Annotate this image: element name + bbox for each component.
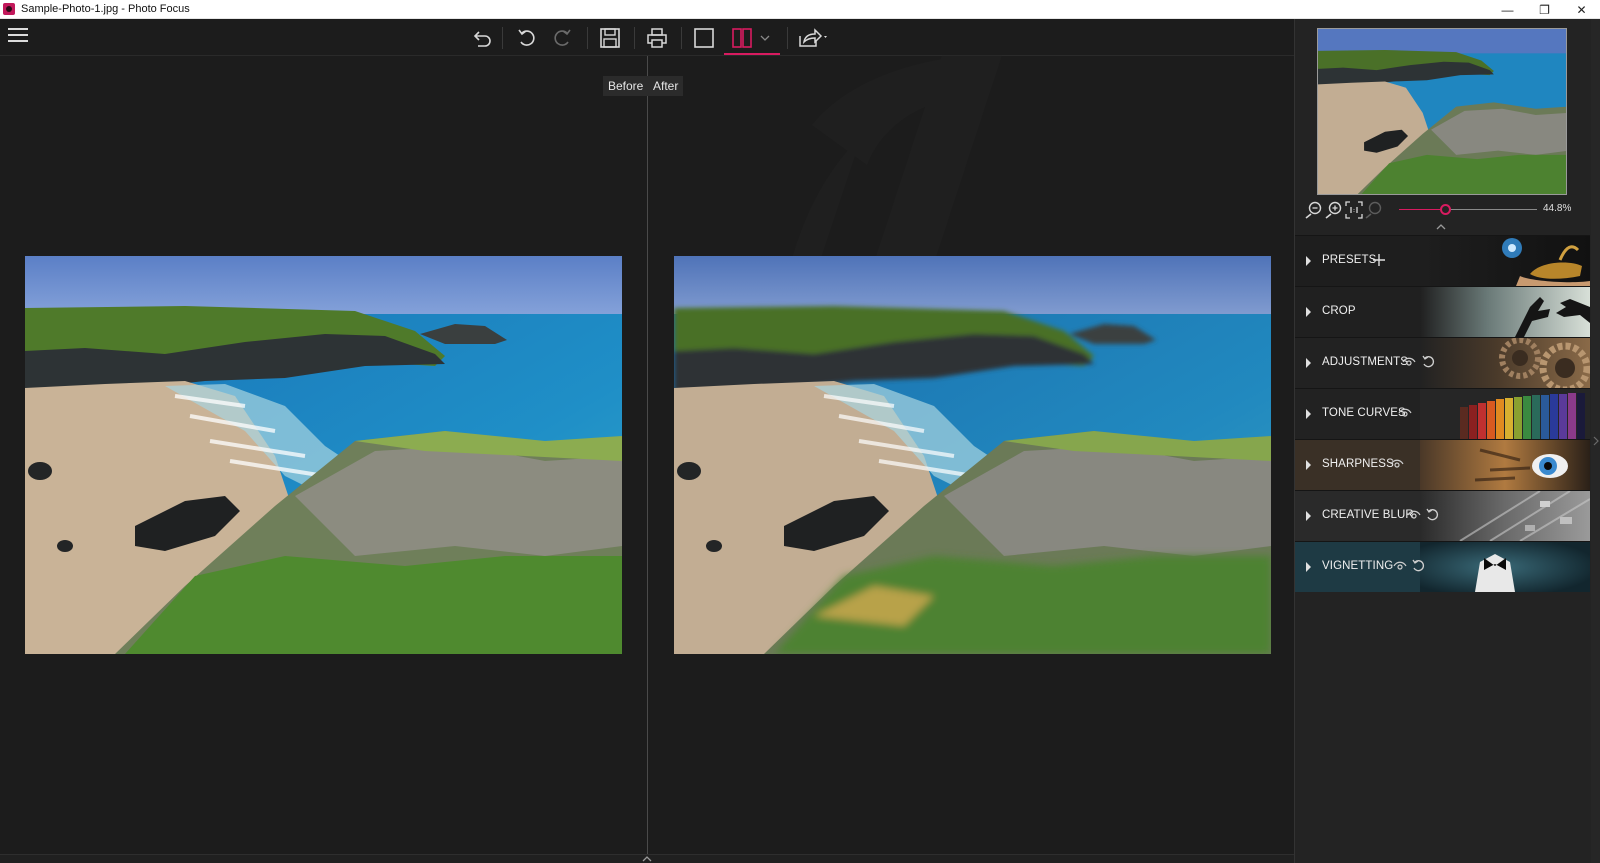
zoom-controls: 44.8%	[1305, 199, 1595, 221]
undo-all-icon[interactable]	[469, 25, 495, 51]
editor-area: Before After	[0, 19, 1294, 863]
zoom-slider-fill	[1399, 209, 1445, 210]
restore-button[interactable]: ❐	[1526, 0, 1563, 19]
menu-icon[interactable]	[8, 28, 28, 46]
redo-icon[interactable]	[550, 25, 576, 51]
section-label: ADJUSTMENTS	[1322, 356, 1409, 368]
navigator-thumbnail[interactable]	[1317, 28, 1567, 195]
section-label: CROP	[1322, 305, 1356, 317]
reset-icon[interactable]	[1421, 353, 1435, 371]
eye-icon[interactable]	[1407, 506, 1421, 524]
section-label: TONE CURVES	[1322, 407, 1406, 419]
zoom-slider-handle[interactable]	[1440, 204, 1451, 215]
expand-arrow-icon	[1306, 562, 1311, 572]
section-label: VIGNETTING	[1322, 560, 1394, 572]
print-icon[interactable]	[644, 25, 670, 51]
actual-size-icon[interactable]	[1345, 201, 1363, 219]
section-label: PRESETS	[1322, 254, 1377, 266]
undo-icon[interactable]	[513, 25, 539, 51]
eye-icon[interactable]	[1390, 455, 1404, 473]
adjustments-banner-image	[1420, 338, 1590, 388]
section-creative-blur[interactable]: CREATIVE BLUR	[1295, 490, 1590, 541]
reset-icon[interactable]	[1425, 506, 1439, 524]
chevron-right-icon[interactable]	[1593, 436, 1599, 446]
minimize-button[interactable]: —	[1489, 0, 1526, 19]
toolbar	[0, 19, 1294, 56]
section-vignetting[interactable]: VIGNETTING	[1295, 541, 1590, 592]
section-presets[interactable]: PRESETS	[1295, 235, 1590, 286]
expand-arrow-icon	[1306, 409, 1311, 419]
right-panel: 44.8% PRESETS CROP ADJUSTMENTS TONE CURV…	[1294, 19, 1600, 863]
tone-curves-banner-image	[1420, 389, 1590, 439]
single-view-icon[interactable]	[691, 25, 717, 51]
zoom-out-icon[interactable]	[1305, 201, 1323, 219]
section-tone-curves[interactable]: TONE CURVES	[1295, 388, 1590, 439]
crop-banner-image	[1420, 287, 1590, 337]
adjustment-sections: PRESETS CROP ADJUSTMENTS TONE CURVES SHA…	[1295, 235, 1590, 592]
zoom-percentage: 44.8%	[1543, 203, 1572, 214]
expand-arrow-icon	[1306, 256, 1311, 266]
save-icon[interactable]	[597, 25, 623, 51]
before-photo	[25, 256, 622, 654]
close-button[interactable]: ✕	[1563, 0, 1600, 19]
zoom-in-icon[interactable]	[1325, 201, 1343, 219]
eye-icon[interactable]	[1398, 404, 1412, 422]
app-icon	[3, 3, 15, 15]
title-bar: Sample-Photo-1.jpg - Photo Focus — ❐ ✕	[0, 0, 1600, 19]
expand-arrow-icon	[1306, 358, 1311, 368]
eye-icon[interactable]	[1393, 557, 1407, 575]
expand-arrow-icon	[1306, 460, 1311, 470]
share-icon[interactable]	[796, 25, 830, 51]
section-label: SHARPNESS	[1322, 458, 1394, 470]
eye-icon[interactable]	[1402, 353, 1416, 371]
collapse-navigator-icon[interactable]	[1435, 223, 1447, 231]
window-title: Sample-Photo-1.jpg - Photo Focus	[21, 3, 190, 15]
reset-icon[interactable]	[1411, 557, 1425, 575]
chevron-down-icon[interactable]	[758, 25, 772, 51]
section-crop[interactable]: CROP	[1295, 286, 1590, 337]
after-photo	[674, 256, 1271, 654]
section-adjustments[interactable]: ADJUSTMENTS	[1295, 337, 1590, 388]
section-sharpness[interactable]: SHARPNESS	[1295, 439, 1590, 490]
chevron-up-icon[interactable]	[642, 855, 652, 863]
vignetting-banner-image	[1420, 542, 1590, 592]
sharpness-banner-image	[1420, 440, 1590, 490]
fit-to-screen-icon[interactable]	[1365, 201, 1383, 219]
before-label: Before	[603, 76, 649, 96]
section-label: CREATIVE BLUR	[1322, 509, 1414, 521]
creative-blur-banner-image	[1420, 491, 1590, 541]
expand-arrow-icon	[1306, 307, 1311, 317]
presets-banner-image	[1420, 236, 1590, 286]
window-controls: — ❐ ✕	[1489, 0, 1600, 19]
plus-icon[interactable]	[1372, 251, 1386, 269]
split-divider[interactable]	[647, 56, 648, 863]
split-view-icon[interactable]	[729, 25, 755, 51]
expand-arrow-icon	[1306, 511, 1311, 521]
after-label: After	[648, 76, 684, 96]
